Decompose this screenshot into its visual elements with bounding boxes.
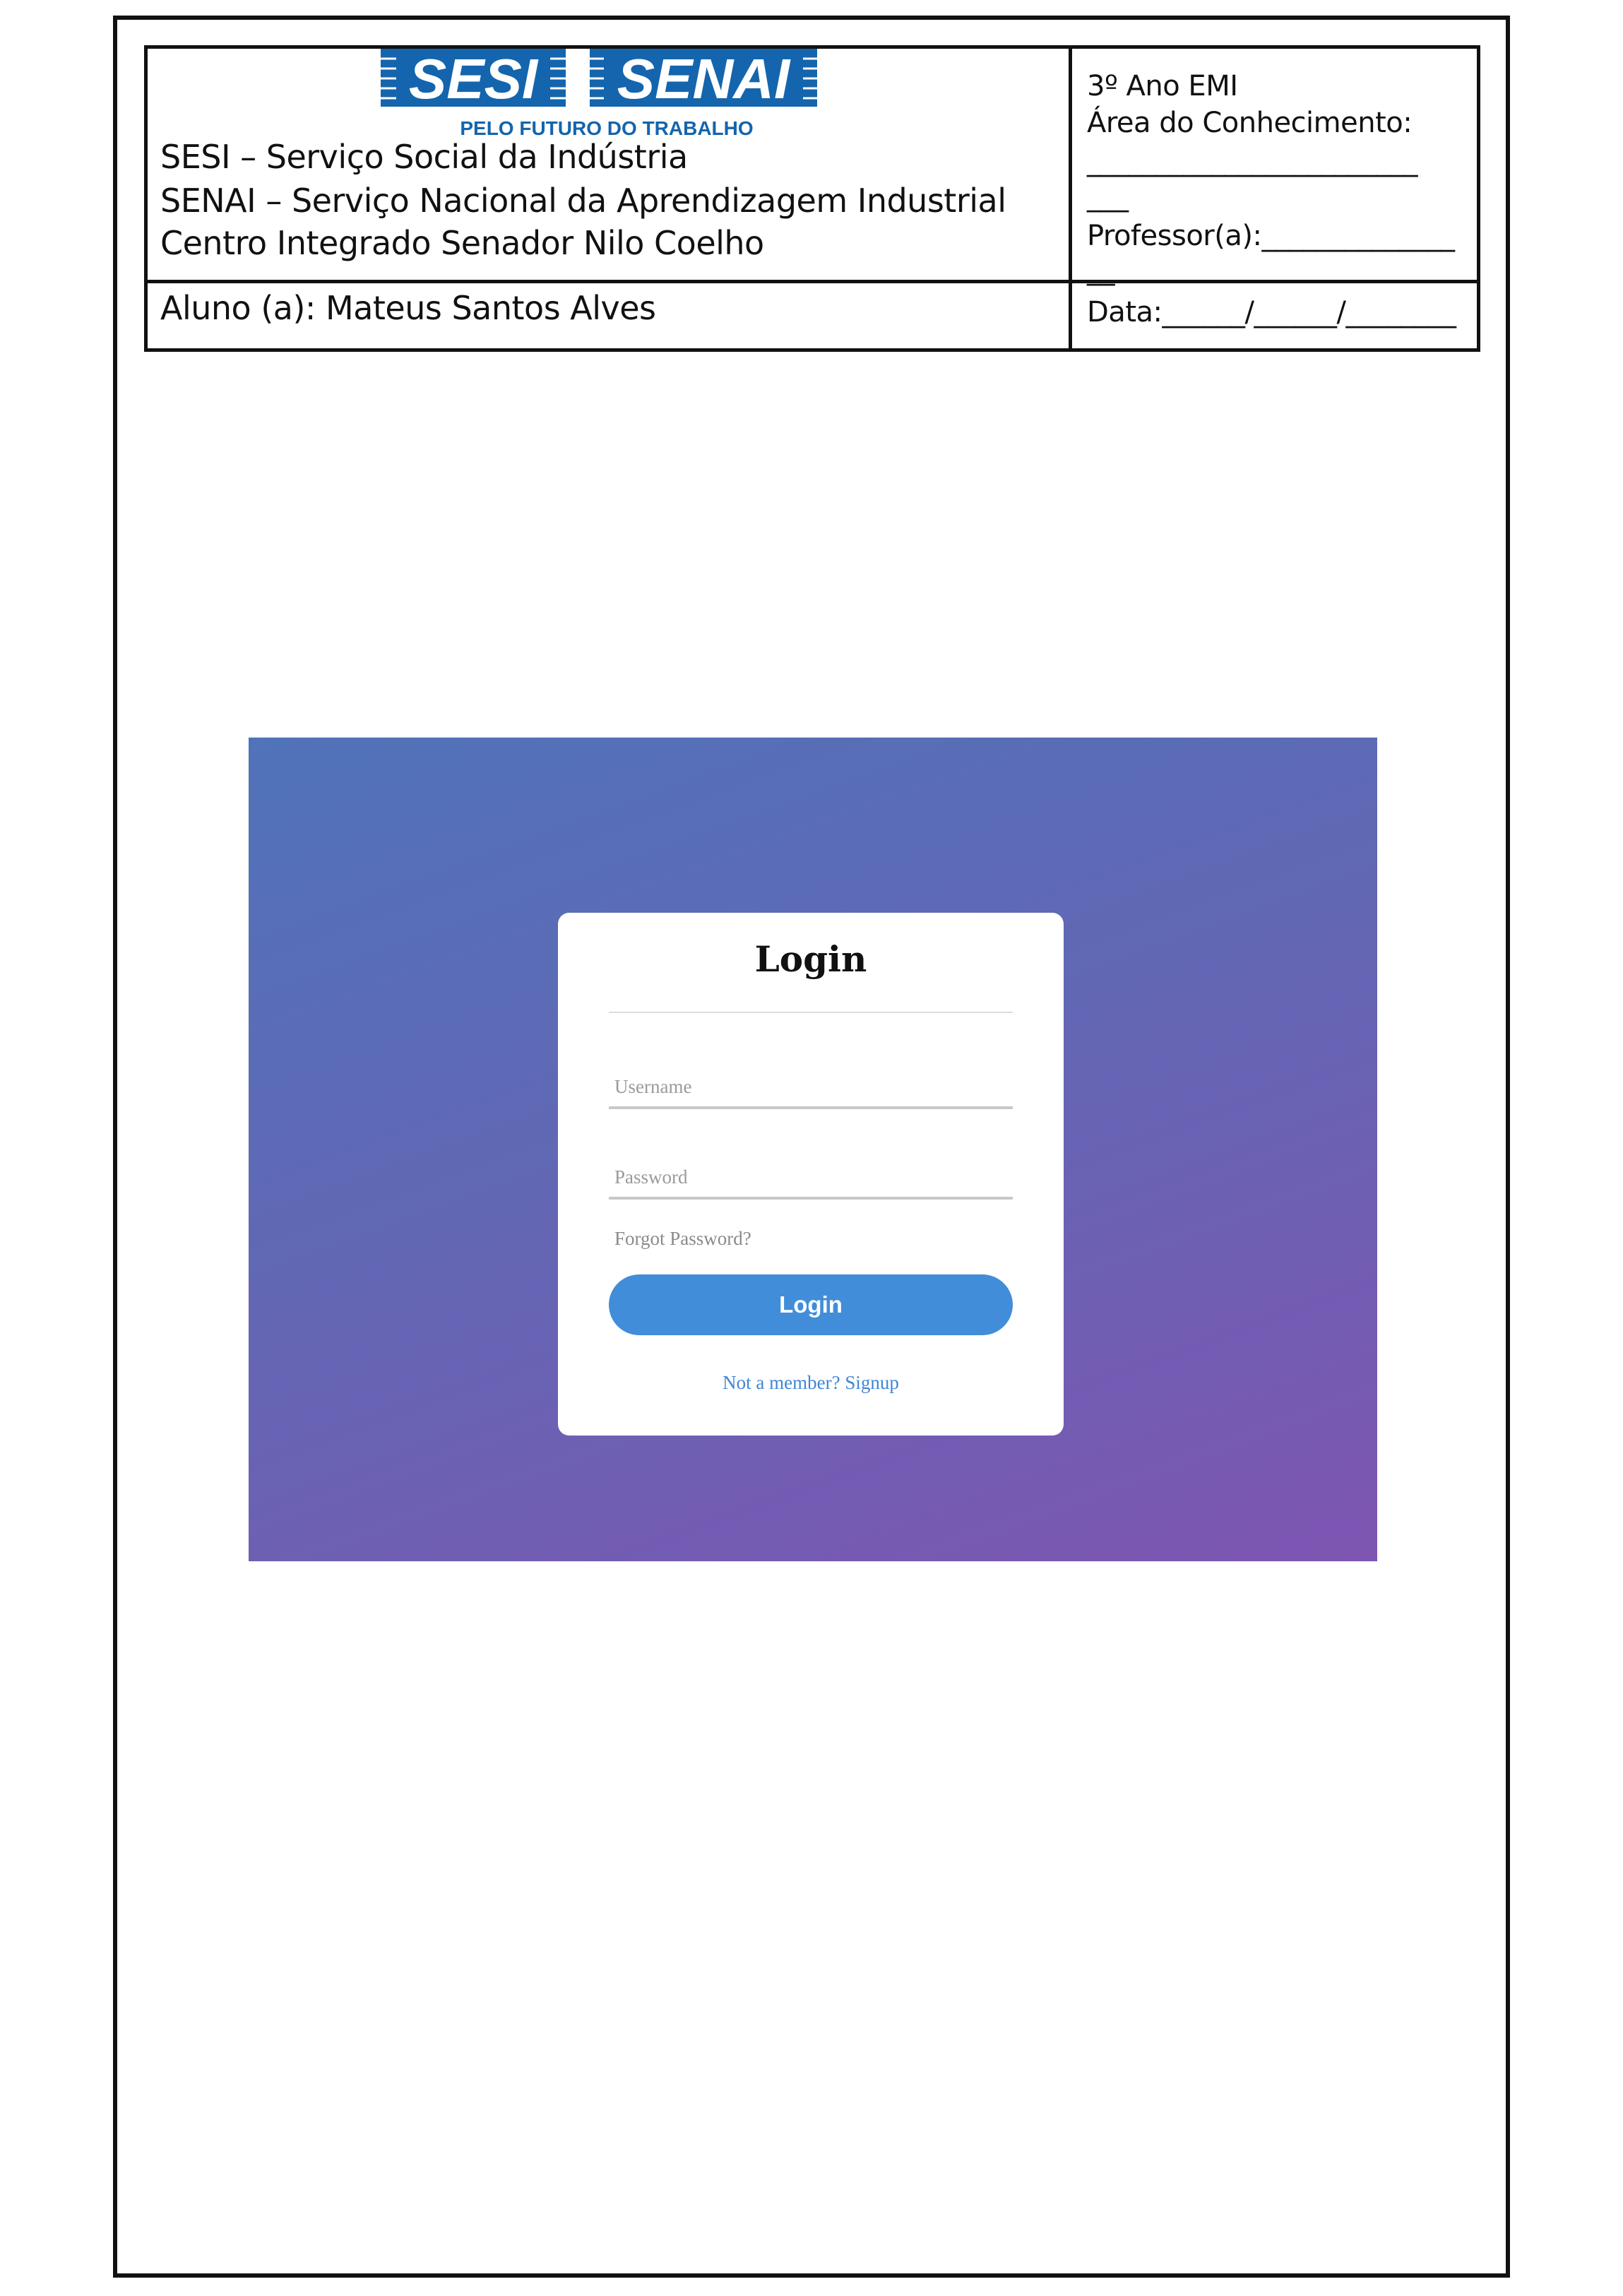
school-line-centro: Centro Integrado Senador Nilo Coelho xyxy=(160,224,764,262)
signup-link[interactable]: Not a member? Signup xyxy=(558,1372,1064,1394)
sesi-senai-logo: SESI SENAI PELO FUTURO DO TRABALHO xyxy=(381,49,817,139)
header-vertical-divider xyxy=(1069,49,1072,348)
logo-senai-text: SENAI xyxy=(617,49,791,110)
teacher-label: Professor(a):______________ xyxy=(1087,220,1455,252)
student-name: Aluno (a): Mateus Santos Alves xyxy=(160,289,656,327)
header-horizontal-divider xyxy=(148,280,1477,283)
teacher-blank-cont: __ xyxy=(1087,254,1115,286)
header-table: SESI SENAI PELO FUTURO DO TRABALHO SESI … xyxy=(144,45,1480,352)
grade-label: 3º Ano EMI xyxy=(1087,70,1238,102)
username-input[interactable] xyxy=(609,1067,1013,1109)
login-card: Login Forgot Password? Login Not a membe… xyxy=(558,913,1064,1436)
logo-sesi-text: SESI xyxy=(409,49,539,110)
forgot-password-link[interactable]: Forgot Password? xyxy=(614,1228,751,1250)
date-label: Data:______/______/________ xyxy=(1087,296,1456,329)
logo-tagline: PELO FUTURO DO TRABALHO xyxy=(460,117,753,139)
school-line-sesi: SESI – Serviço Social da Indústria xyxy=(160,138,688,176)
knowledge-area-blank: ________________________ xyxy=(1087,145,1418,177)
password-input[interactable] xyxy=(609,1157,1013,1200)
school-line-senai: SENAI – Serviço Nacional da Aprendizagem… xyxy=(160,182,1006,220)
title-divider xyxy=(609,1012,1013,1013)
login-title: Login xyxy=(754,938,867,980)
login-screenshot: Login Forgot Password? Login Not a membe… xyxy=(249,738,1377,1561)
knowledge-area-label: Área do Conhecimento: xyxy=(1087,107,1413,139)
knowledge-area-blank-cont: ___ xyxy=(1087,180,1129,213)
login-button[interactable]: Login xyxy=(609,1274,1013,1335)
